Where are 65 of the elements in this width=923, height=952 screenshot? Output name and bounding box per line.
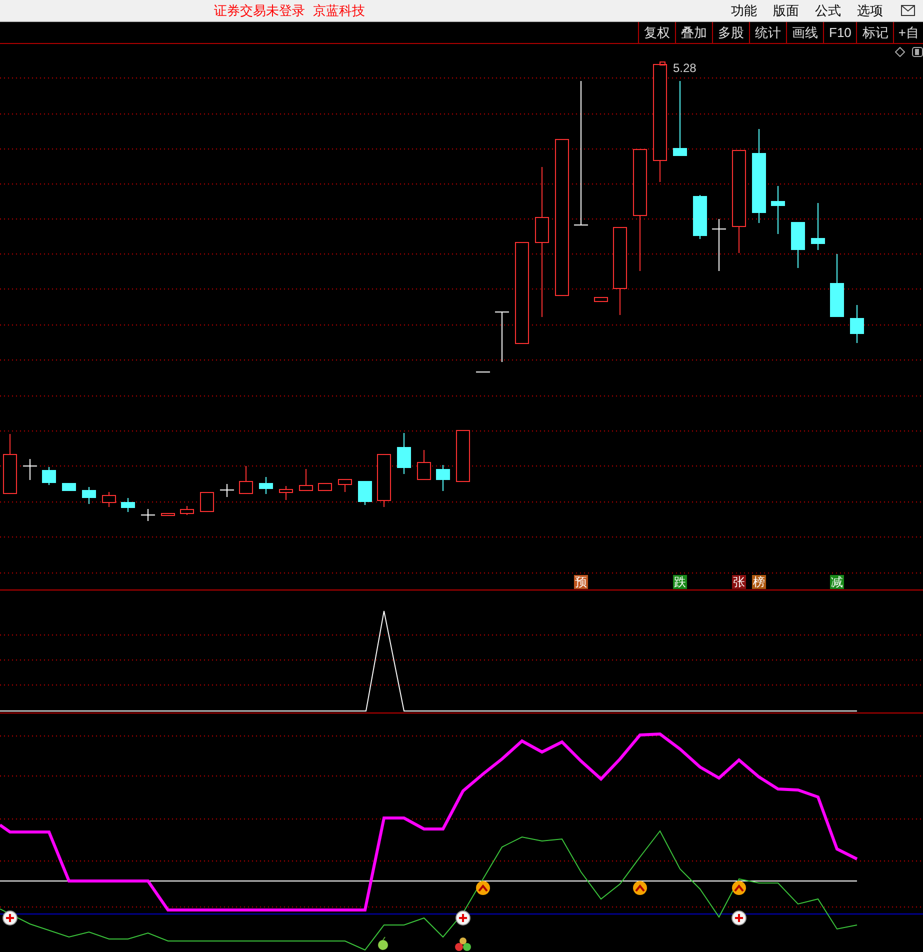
candlestick: [397, 432, 411, 474]
up-chevron-icon: [476, 881, 490, 895]
candlestick: [102, 492, 116, 508]
candlestick: [140, 508, 156, 522]
candlestick: [811, 202, 825, 250]
candlestick: [712, 218, 726, 272]
stock-name: 京蓝科技: [313, 2, 365, 20]
candlestick: [358, 480, 372, 506]
toolbar-button[interactable]: +自: [893, 22, 923, 44]
candlestick: [161, 512, 175, 516]
candlestick: [220, 484, 234, 498]
signal-tag: 预: [574, 575, 588, 589]
candlestick: [279, 486, 293, 500]
candlestick: [594, 296, 608, 302]
mail-icon[interactable]: [901, 5, 915, 16]
up-chevron-icon: [633, 881, 647, 895]
signal-tag: 跌: [673, 575, 687, 589]
candlestick: [436, 464, 450, 492]
menu-item[interactable]: 公式: [815, 0, 841, 20]
panel-toggle-icon[interactable]: [912, 47, 923, 57]
toolbar-button[interactable]: 多股: [712, 22, 749, 44]
high-marker-icon: [660, 62, 666, 66]
toolbar-button[interactable]: 统计: [749, 22, 786, 44]
candlestick: [693, 194, 707, 240]
menu-item[interactable]: 版面: [773, 0, 799, 20]
signal-tag: 张: [732, 575, 746, 589]
candlestick: [22, 458, 38, 480]
candlestick: [830, 254, 844, 318]
candlestick: [791, 222, 805, 268]
price-high-label: 5.28: [673, 61, 696, 75]
candlestick: [42, 466, 56, 486]
candlestick: [3, 434, 17, 494]
plus-circle-icon: [456, 910, 470, 926]
toolbar-button[interactable]: 标记: [856, 22, 894, 44]
toolbar-button[interactable]: 画线: [786, 22, 823, 44]
candlestick: [318, 482, 332, 491]
signal-tag: 减: [830, 575, 844, 589]
candlestick: [200, 492, 214, 512]
candlestick: [850, 304, 864, 344]
diamond-icon[interactable]: [895, 47, 905, 57]
menu-item[interactable]: 功能: [731, 0, 757, 20]
signal-tag: 榜: [752, 575, 766, 589]
candlestick: [299, 468, 313, 491]
fruit-cluster-icon: [455, 938, 471, 951]
candlestick: [494, 312, 510, 362]
candlestick: [82, 486, 96, 504]
candlestick: [417, 450, 431, 480]
candlestick: [771, 186, 785, 234]
candlestick: [121, 498, 135, 512]
toolbar-button[interactable]: 叠加: [675, 22, 712, 44]
candlestick: [239, 466, 253, 494]
candlestick: [456, 430, 470, 482]
candlestick: [180, 506, 194, 516]
apple-icon: [378, 936, 388, 950]
toolbar-button[interactable]: F10: [823, 22, 856, 44]
plus-circle-icon: [2, 910, 18, 926]
login-status: 证券交易未登录: [214, 2, 305, 20]
candlestick: [377, 454, 391, 508]
plus-circle-icon: [732, 910, 746, 926]
candlestick: [62, 482, 76, 492]
toolbar-button[interactable]: 复权: [638, 22, 675, 44]
candlestick: [338, 478, 352, 492]
candlestick: [259, 476, 273, 494]
up-chevron-icon: [732, 881, 746, 895]
menu-item[interactable]: 选项: [857, 0, 883, 20]
